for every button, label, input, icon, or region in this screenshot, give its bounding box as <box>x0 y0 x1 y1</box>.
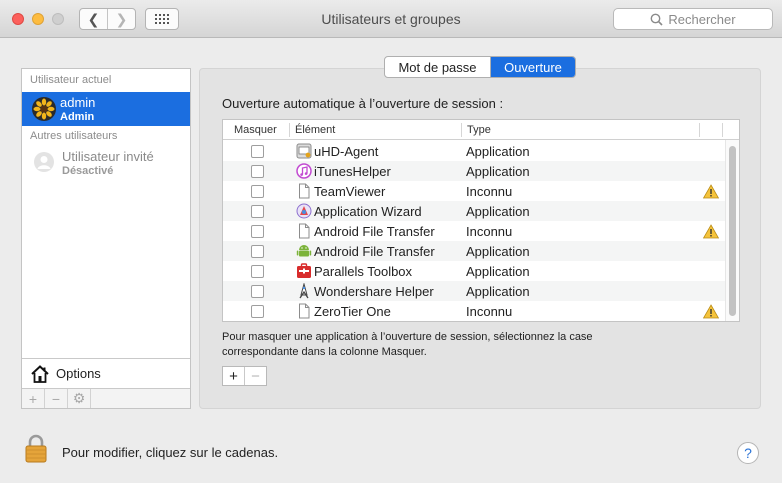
sidebar-tools: + − ⚙ <box>22 388 190 408</box>
login-options-item[interactable]: Options <box>22 358 190 388</box>
blank-document-icon <box>299 223 310 239</box>
vertical-scrollbar[interactable] <box>725 140 739 321</box>
user-name: admin <box>60 95 96 110</box>
item-kind: Inconnu <box>466 224 513 239</box>
item-name: Wondershare Helper <box>314 284 434 299</box>
close-window-button[interactable] <box>12 13 24 25</box>
wondershare-icon <box>299 283 309 299</box>
options-label: Options <box>56 366 101 381</box>
avatar <box>32 97 56 121</box>
tab-bar: Mot de passe Ouverture <box>384 56 576 78</box>
android-icon <box>296 245 312 257</box>
hide-checkbox[interactable] <box>251 285 264 298</box>
table-row[interactable]: Android File Transfer Application <box>223 241 725 261</box>
itunes-icon <box>296 163 312 179</box>
warning-icon <box>703 224 719 239</box>
table-row[interactable]: ZeroTier One Inconnu <box>223 301 725 321</box>
hide-checkbox[interactable] <box>251 165 264 178</box>
user-item-admin[interactable]: admin Admin <box>22 92 190 126</box>
uhd-agent-icon <box>296 143 312 159</box>
guest-avatar-icon <box>34 152 54 172</box>
table-row[interactable]: Application Wizard Application <box>223 201 725 221</box>
login-items-table: Masquer Élément Type uHD-Agent Applicati… <box>222 119 740 322</box>
search-field[interactable]: Rechercher <box>613 8 773 30</box>
zoom-window-button[interactable] <box>52 13 64 25</box>
nav-buttons: ❮ ❯ <box>79 8 136 30</box>
warning-icon <box>703 304 719 319</box>
table-header: Masquer Élément Type <box>223 120 739 140</box>
forward-button[interactable]: ❯ <box>107 9 135 29</box>
add-login-item-button[interactable]: + <box>223 367 244 385</box>
chevron-right-icon: ❯ <box>115 10 128 27</box>
login-items-heading: Ouverture automatique à l’ouverture de s… <box>222 96 504 111</box>
lock-icon[interactable] <box>25 433 47 463</box>
show-all-button[interactable] <box>145 8 179 30</box>
scrollbar-thumb[interactable] <box>729 146 736 316</box>
title-bar: ❮ ❯ Utilisateurs et groupes Rechercher <box>0 0 782 38</box>
gear-icon[interactable]: ⚙ <box>68 389 91 408</box>
column-item[interactable]: Élément <box>295 124 335 136</box>
item-name: Application Wizard <box>314 204 422 219</box>
current-user-section-label: Utilisateur actuel <box>30 74 112 86</box>
add-user-button[interactable]: + <box>22 389 45 408</box>
column-kind[interactable]: Type <box>467 124 491 136</box>
hide-hint-text: Pour masquer une application à l’ouvertu… <box>222 331 593 358</box>
lock-text: Pour modifier, cliquez sur le cadenas. <box>62 445 279 460</box>
tab-login-items[interactable]: Ouverture <box>491 57 575 77</box>
user-name: Utilisateur invité <box>62 149 154 164</box>
sunflower-icon <box>33 98 55 120</box>
table-row[interactable]: uHD-Agent Application <box>223 141 725 161</box>
item-name: uHD-Agent <box>314 144 379 159</box>
item-name: Android File Transfer <box>314 224 435 239</box>
hide-checkbox[interactable] <box>251 245 264 258</box>
warning-icon <box>703 184 719 199</box>
remove-user-button[interactable]: − <box>45 389 68 408</box>
add-remove-controls: + − <box>222 366 267 386</box>
item-name: ZeroTier One <box>314 304 391 319</box>
house-icon <box>31 364 49 383</box>
tab-password[interactable]: Mot de passe <box>385 57 491 77</box>
hide-checkbox[interactable] <box>251 205 264 218</box>
hide-checkbox[interactable] <box>251 305 264 318</box>
user-item-guest[interactable]: Utilisateur invité Désactivé <box>22 146 190 180</box>
item-name: TeamViewer <box>314 184 386 199</box>
hide-checkbox[interactable] <box>251 225 264 238</box>
search-icon <box>650 13 663 26</box>
chevron-left-icon: ❮ <box>87 10 100 27</box>
table-row[interactable]: Android File Transfer Inconnu <box>223 221 725 241</box>
item-name: Parallels Toolbox <box>314 264 413 279</box>
item-kind: Application <box>466 164 530 179</box>
hide-checkbox[interactable] <box>251 185 264 198</box>
hide-checkbox[interactable] <box>251 145 264 158</box>
table-row[interactable]: iTunesHelper Application <box>223 161 725 181</box>
blank-document-icon <box>299 303 310 319</box>
other-users-section-label: Autres utilisateurs <box>30 130 118 142</box>
item-kind: Application <box>466 204 530 219</box>
minimize-window-button[interactable] <box>32 13 44 25</box>
item-name: Android File Transfer <box>314 244 435 259</box>
user-role: Admin <box>60 111 95 123</box>
table-row[interactable]: TeamViewer Inconnu <box>223 181 725 201</box>
table-row[interactable]: Parallels Toolbox Application <box>223 261 725 281</box>
back-button[interactable]: ❮ <box>80 9 107 29</box>
help-button[interactable]: ? <box>737 442 759 464</box>
item-kind: Inconnu <box>466 184 513 199</box>
users-sidebar: Utilisateur actuel admin Admin Autres ut… <box>21 68 191 409</box>
grid-icon <box>155 14 169 24</box>
remove-login-item-button[interactable]: − <box>244 367 266 385</box>
parallels-icon <box>297 263 311 278</box>
item-kind: Inconnu <box>466 304 513 319</box>
wizard-icon <box>296 203 312 219</box>
item-kind: Application <box>466 244 530 259</box>
column-hide[interactable]: Masquer <box>234 124 277 136</box>
item-kind: Application <box>466 144 530 159</box>
hide-checkbox[interactable] <box>251 265 264 278</box>
blank-document-icon <box>299 183 310 199</box>
item-name: iTunesHelper <box>314 164 391 179</box>
item-kind: Application <box>466 264 530 279</box>
table-row[interactable]: Wondershare Helper Application <box>223 281 725 301</box>
item-kind: Application <box>466 284 530 299</box>
search-placeholder: Rechercher <box>668 11 736 27</box>
user-status: Désactivé <box>62 165 114 177</box>
